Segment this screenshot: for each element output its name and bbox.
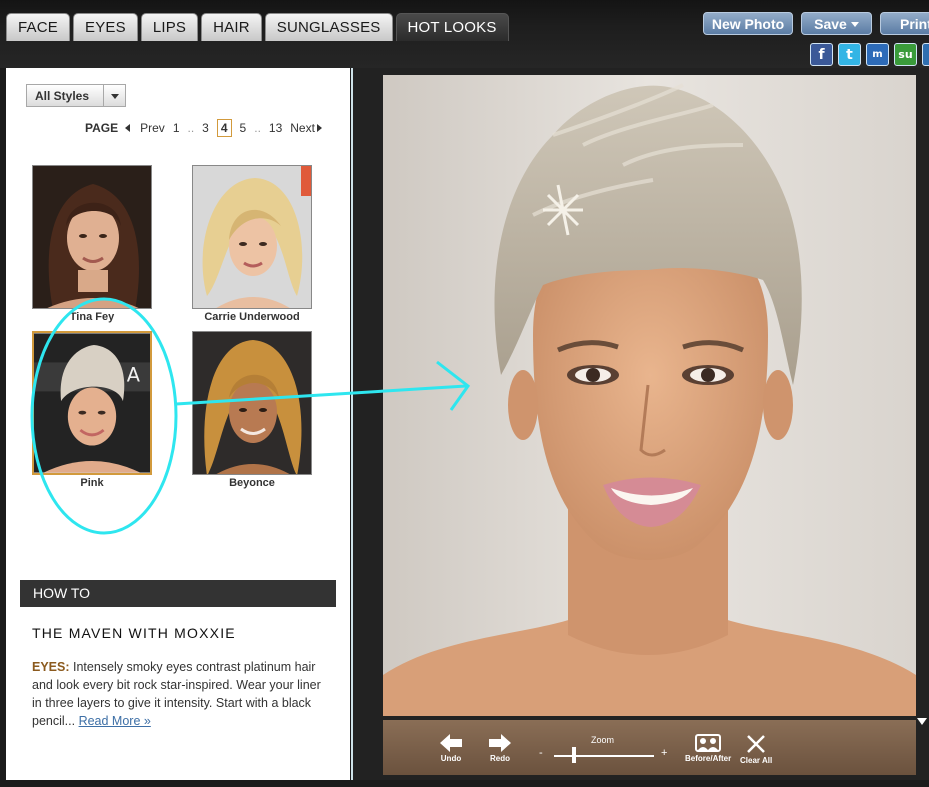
new-photo-label: New Photo [711,15,785,32]
look-photo-beyonce[interactable] [192,331,312,475]
dropdown-arrow[interactable] [103,85,125,106]
look-photo-pink[interactable]: A [32,331,152,475]
page-ellipsis: .. [254,121,261,135]
tab-sunglasses[interactable]: SUNGLASSES [264,13,393,41]
redo-arrow-icon [489,734,511,752]
page-link-1[interactable]: 1 [173,121,180,135]
chevron-down-icon [850,22,859,27]
top-bar: FACE EYES LIPS HAIR SUNGLASSES HOT LOOKS… [0,0,929,68]
redo-label: Redo [490,754,510,763]
look-name: Tina Fey [69,311,115,323]
clear-all-label: Clear All [740,756,773,765]
look-item[interactable]: Carrie Underwood [192,165,312,323]
tab-lips[interactable]: LIPS [140,13,199,41]
hot-looks-panel: All Styles PAGE Prev 1 .. 3 4 5 .. 13 Ne… [6,68,350,780]
zoom-slider-handle[interactable] [572,747,576,763]
photo-canvas[interactable] [383,75,916,716]
photo-canvas-panel: Undo Redo Zoom - + Before/After Clear Al… [351,68,929,780]
zoom-slider-track[interactable] [554,755,654,757]
close-x-icon [747,735,765,753]
twitter-icon[interactable]: t [838,43,861,66]
page-link-5[interactable]: 5 [240,121,247,135]
look-description: EYES: Intensely smoky eyes contrast plat… [32,658,328,730]
save-label: Save [814,15,847,32]
read-more-link[interactable]: Read More » [79,714,151,728]
undo-button[interactable]: Undo [440,734,462,763]
print-label: Print [900,15,929,32]
look-photo-tina-fey[interactable] [32,165,152,309]
print-button[interactable]: Print [880,12,929,35]
page-link-current[interactable]: 4 [216,119,232,137]
before-after-button[interactable]: Before/After [685,734,731,763]
look-item[interactable]: A Pink [32,331,152,489]
before-after-label: Before/After [685,754,732,763]
facebook-icon[interactable]: f [810,43,833,66]
zoom-in-button[interactable]: + [661,747,667,759]
pagination: PAGE Prev 1 .. 3 4 5 .. 13 Next [85,117,338,139]
look-name: Carrie Underwood [204,311,300,323]
tab-face[interactable]: FACE [6,13,70,41]
style-filter-select[interactable]: All Styles [26,84,126,107]
style-filter-value: All Styles [35,88,90,103]
undo-arrow-icon [440,734,462,752]
undo-label: Undo [440,754,462,763]
page-link-13[interactable]: 13 [269,121,282,135]
save-button[interactable]: Save [801,12,872,35]
look-item[interactable]: Tina Fey [32,165,152,323]
editor-toolbar: Undo Redo Zoom - + Before/After Clear Al… [383,718,916,775]
tab-eyes[interactable]: EYES [72,13,138,41]
tab-hot-looks[interactable]: HOT LOOKS [395,13,509,41]
look-photo-carrie-underwood[interactable] [192,165,312,309]
redo-button[interactable]: Redo [489,734,511,763]
tab-hair[interactable]: HAIR [201,13,262,41]
before-after-icon [695,734,722,752]
share-icon[interactable] [922,43,929,66]
svg-text:A: A [127,364,141,387]
eyes-label: EYES: [32,660,70,674]
prev-arrow-icon [125,124,131,132]
stumbleupon-icon[interactable]: su [894,43,917,66]
next-page-link[interactable]: Next [290,121,330,135]
look-title: THE MAVEN WITH MOXXIE [32,625,236,641]
next-arrow-icon [316,124,322,132]
zoom-out-button[interactable]: - [539,747,543,759]
page-label: PAGE [85,121,119,135]
look-item[interactable]: Beyonce [192,331,312,489]
prev-page-link[interactable]: Prev [125,121,165,135]
look-name: Beyonce [229,477,275,489]
scroll-down-icon[interactable] [917,718,927,725]
how-to-header: HOW TO [20,580,336,607]
myspace-icon[interactable]: m [866,43,889,66]
zoom-label: Zoom [591,735,615,745]
social-share-bar: f t m su [810,43,929,66]
tab-bar: FACE EYES LIPS HAIR SUNGLASSES HOT LOOKS [6,13,509,41]
chevron-down-icon [110,94,119,99]
new-photo-button[interactable]: New Photo [703,12,793,35]
look-name: Pink [80,477,104,489]
page-ellipsis: .. [187,121,195,135]
description-text: Intensely smoky eyes contrast platinum h… [32,660,321,728]
page-link-3[interactable]: 3 [202,121,209,135]
clear-all-button[interactable]: Clear All [740,734,772,765]
